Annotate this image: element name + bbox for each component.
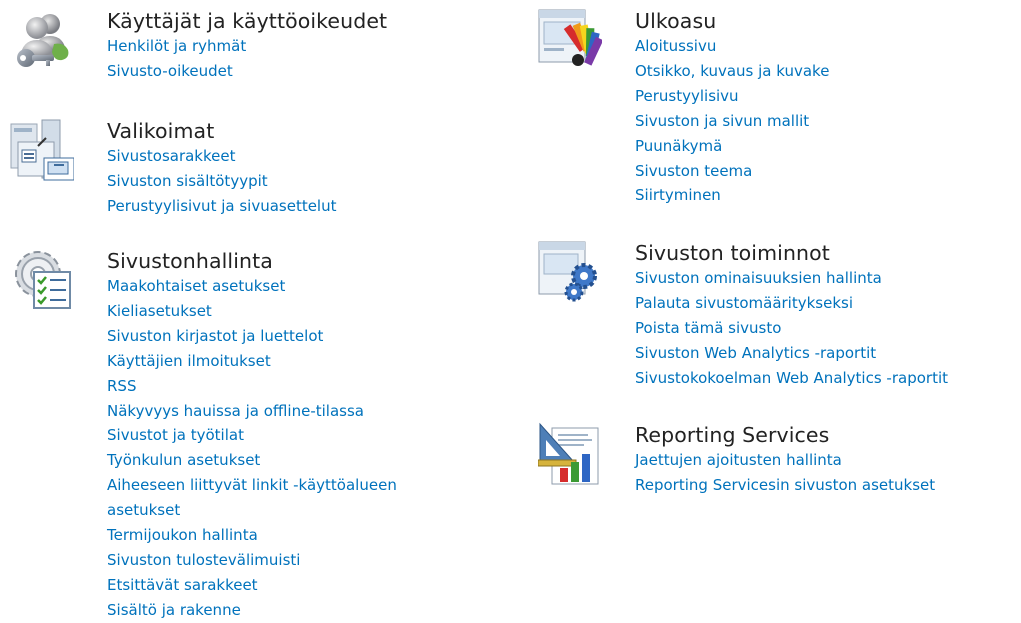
link-term-store[interactable]: Termijoukon hallinta <box>107 523 467 548</box>
link-related-links-scope[interactable]: Aiheeseen liittyvät linkit -käyttöalueen… <box>107 473 467 523</box>
link-reporting-site-settings[interactable]: Reporting Servicesin sivuston asetukset <box>635 473 935 498</box>
section-title: Valikoimat <box>107 119 215 143</box>
section-title: Reporting Services <box>635 423 830 447</box>
site-actions-icon <box>538 240 602 304</box>
galleries-icon <box>10 118 75 182</box>
site-admin-icon <box>10 248 74 312</box>
link-reset-definition[interactable]: Palauta sivustomääritykseksi <box>635 291 948 316</box>
link-content-structure[interactable]: Sisältö ja rakenne <box>107 598 467 623</box>
link-site-columns[interactable]: Sivustosarakkeet <box>107 144 337 169</box>
link-sites-workspaces[interactable]: Sivustot ja työtilat <box>107 423 467 448</box>
link-searchable-columns[interactable]: Etsittävät sarakkeet <box>107 573 467 598</box>
link-navigation[interactable]: Siirtyminen <box>635 183 829 208</box>
link-site-theme[interactable]: Sivuston teema <box>635 159 829 184</box>
link-regional-settings[interactable]: Maakohtaiset asetukset <box>107 274 467 299</box>
link-master-page[interactable]: Perustyylisivu <box>635 84 829 109</box>
link-shared-schedules[interactable]: Jaettujen ajoitusten hallinta <box>635 448 935 473</box>
users-key-icon <box>10 8 74 72</box>
look-and-feel-icon <box>538 8 604 72</box>
link-language-settings[interactable]: Kieliasetukset <box>107 299 467 324</box>
section-title: Sivustonhallinta <box>107 249 273 273</box>
section-title: Ulkoasu <box>635 9 717 33</box>
link-search-offline[interactable]: Näkyvyys hauissa ja offline-tilassa <box>107 399 467 424</box>
link-people-groups[interactable]: Henkilöt ja ryhmät <box>107 34 387 59</box>
link-workflow-settings[interactable]: Työnkulun asetukset <box>107 448 467 473</box>
link-tree-view[interactable]: Puunäkymä <box>635 134 829 159</box>
link-content-types[interactable]: Sivuston sisältötyypit <box>107 169 337 194</box>
link-collection-web-analytics[interactable]: Sivustokokoelman Web Analytics -raportit <box>635 366 948 391</box>
link-user-alerts[interactable]: Käyttäjien ilmoitukset <box>107 349 467 374</box>
link-master-pages[interactable]: Perustyylisivut ja sivuasettelut <box>107 194 337 219</box>
link-title-description-icon[interactable]: Otsikko, kuvaus ja kuvake <box>635 59 829 84</box>
link-welcome-page[interactable]: Aloitussivu <box>635 34 829 59</box>
section-title: Käyttäjät ja käyttöoikeudet <box>107 9 388 33</box>
link-manage-features[interactable]: Sivuston ominaisuuksien hallinta <box>635 266 948 291</box>
link-output-cache[interactable]: Sivuston tulostevälimuisti <box>107 548 467 573</box>
section-title: Sivuston toiminnot <box>635 241 830 265</box>
link-rss[interactable]: RSS <box>107 374 467 399</box>
reporting-services-icon <box>537 422 602 486</box>
link-delete-site[interactable]: Poista tämä sivusto <box>635 316 948 341</box>
link-libraries-lists[interactable]: Sivuston kirjastot ja luettelot <box>107 324 467 349</box>
link-page-layouts-templates[interactable]: Sivuston ja sivun mallit <box>635 109 829 134</box>
link-site-web-analytics[interactable]: Sivuston Web Analytics -raportit <box>635 341 948 366</box>
link-site-permissions[interactable]: Sivusto-oikeudet <box>107 59 387 84</box>
